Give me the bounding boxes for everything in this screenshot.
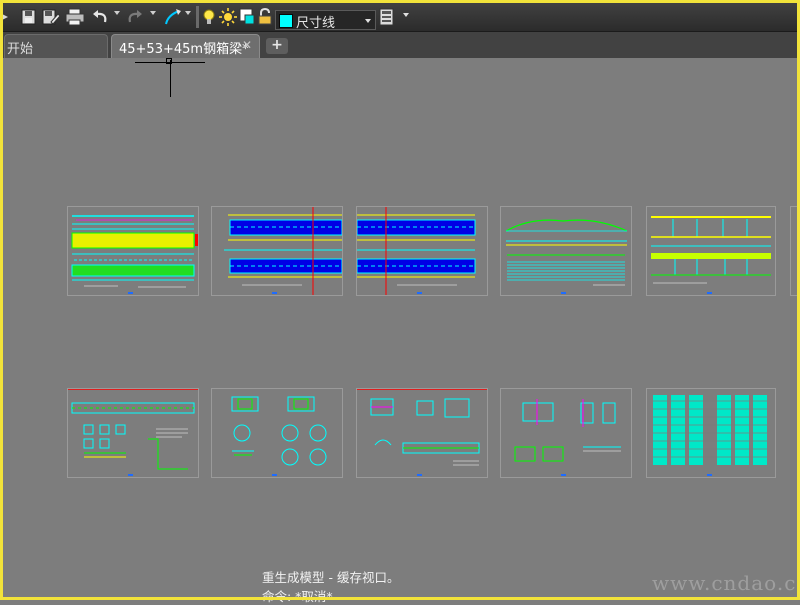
layer-dropdown[interactable]: 尺寸线 xyxy=(275,10,376,31)
drawing-sheet[interactable] xyxy=(500,388,632,478)
model-space-canvas[interactable] xyxy=(4,58,797,597)
tab-start-label: 开始 xyxy=(7,42,34,57)
cursor-pickbox xyxy=(166,58,172,64)
drawing-sheet[interactable] xyxy=(67,388,199,478)
customize-toolbar-icon[interactable] xyxy=(403,13,409,17)
new-tab-button[interactable]: + xyxy=(266,38,288,54)
layer-name: 尺寸线 xyxy=(296,16,336,31)
file-tab-bar: 开始 45+53+45m钢箱梁* ✕ + xyxy=(0,32,800,58)
drawing-sheet[interactable] xyxy=(356,388,488,478)
command-history: 重生成模型 - 缓存视口。 xyxy=(262,570,400,585)
layer-color-swatch xyxy=(279,14,293,28)
watermark: www.cndao.com xyxy=(652,571,800,595)
match-properties-dropdown-icon[interactable] xyxy=(185,11,191,15)
open-icon[interactable] xyxy=(0,7,10,27)
layer-properties-icon[interactable] xyxy=(379,7,395,27)
undo-dropdown-icon[interactable] xyxy=(114,11,120,15)
plot-icon[interactable] xyxy=(65,7,85,27)
layer-color-icon[interactable] xyxy=(238,7,256,27)
close-icon[interactable]: ✕ xyxy=(242,38,252,52)
tab-start[interactable]: 开始 xyxy=(4,34,108,58)
drawing-sheet[interactable] xyxy=(211,206,343,296)
tab-drawing[interactable]: 45+53+45m钢箱梁* ✕ xyxy=(111,34,260,58)
layer-dropdown-arrow-icon xyxy=(365,19,371,23)
drawing-sheet[interactable] xyxy=(211,388,343,478)
drawing-sheet[interactable] xyxy=(67,206,199,296)
drawing-sheet[interactable] xyxy=(356,206,488,296)
redo-icon[interactable] xyxy=(126,7,144,27)
match-properties-icon[interactable] xyxy=(163,7,183,27)
save-as-icon[interactable] xyxy=(42,7,60,27)
save-icon[interactable] xyxy=(21,7,37,27)
tab-drawing-label: 45+53+45m钢箱梁* xyxy=(119,42,249,57)
toolbar-separator xyxy=(196,6,199,28)
drawing-sheet[interactable] xyxy=(646,388,776,478)
crosshair-vertical xyxy=(170,60,171,97)
layer-freeze-icon[interactable] xyxy=(219,7,237,27)
drawing-sheet[interactable] xyxy=(500,206,632,296)
drawing-sheet[interactable] xyxy=(646,206,776,296)
redo-dropdown-icon[interactable] xyxy=(150,11,156,15)
layer-lock-icon[interactable] xyxy=(257,7,273,27)
drawing-sheet-partial[interactable] xyxy=(790,206,797,296)
quick-access-toolbar: 尺寸线 xyxy=(0,3,800,32)
command-line[interactable]: 命令: *取消* xyxy=(262,586,333,605)
layer-on-icon[interactable] xyxy=(202,7,216,27)
undo-icon[interactable] xyxy=(91,7,109,27)
